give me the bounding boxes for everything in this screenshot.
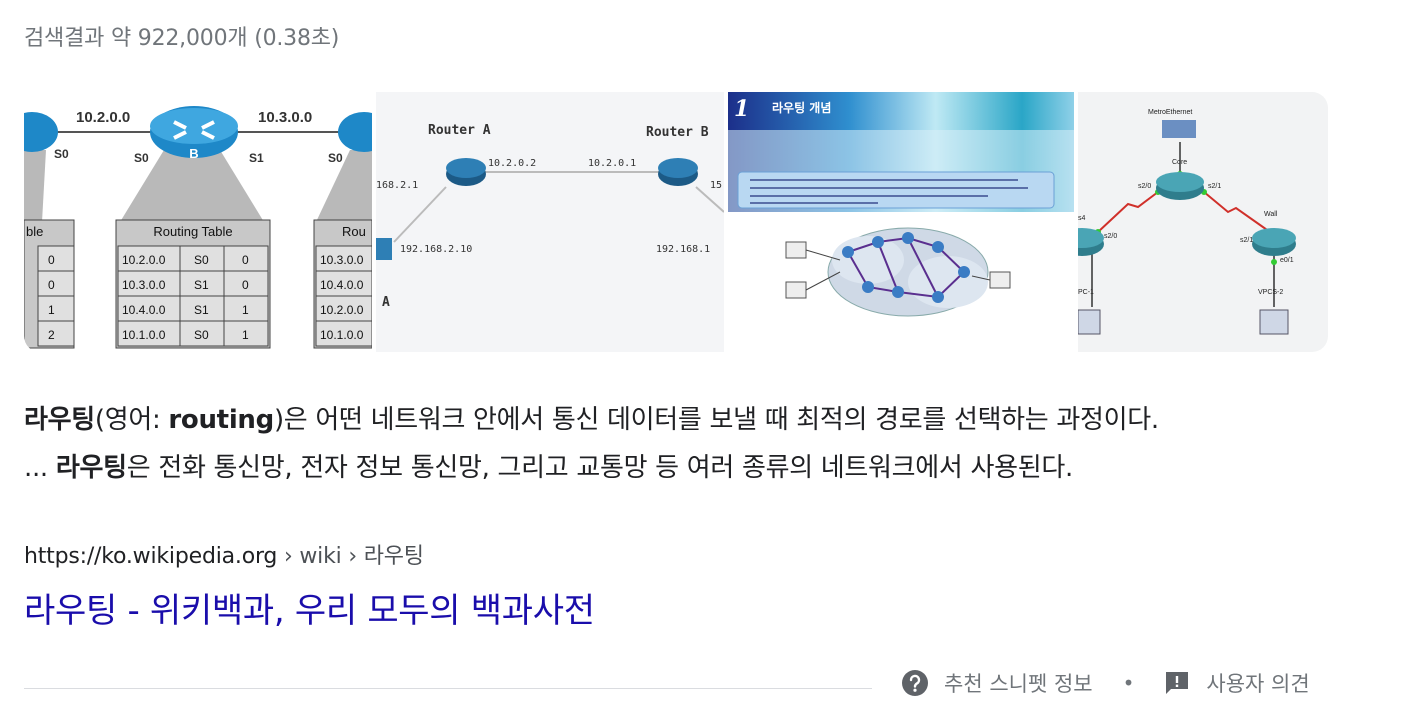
footer-divider bbox=[24, 688, 872, 689]
table-cell: 0 bbox=[242, 253, 249, 267]
help-circle-icon bbox=[902, 670, 928, 696]
snippet-line-2: ... 라우팅은 전화 통신망, 전자 정보 통신망, 그리고 교통망 등 여러… bbox=[24, 444, 1344, 492]
feedback-label: 사용자 의견 bbox=[1206, 672, 1310, 696]
table-cell: 1 bbox=[242, 303, 249, 317]
interface-label: S1 bbox=[249, 151, 264, 165]
interface-label: s4 bbox=[1078, 215, 1086, 222]
wall-label: Wall bbox=[1264, 211, 1278, 218]
feedback-icon bbox=[1166, 672, 1189, 694]
result-stats: 검색결과 약 922,000개 (0.38초) bbox=[24, 26, 340, 51]
table-cell: S1 bbox=[194, 278, 209, 292]
table-cell: 10.2.0.0 bbox=[122, 253, 166, 267]
image-strip: B 10.2.0.0 10.3.0.0 S0 S0 S1 S0 ble 0 0 … bbox=[24, 92, 1328, 352]
interface-label: s2/1 bbox=[1208, 183, 1221, 190]
table-cell: 0 bbox=[48, 278, 55, 292]
result-path: › wiki › 라우팅 bbox=[277, 544, 424, 569]
network-label: 10.3.0.0 bbox=[258, 109, 312, 126]
host-ip-label: 192.168.2.10 bbox=[400, 244, 472, 255]
ip-label: 10.2.0.1 bbox=[588, 158, 636, 169]
result-title-link[interactable]: 라우팅 - 위키백과, 우리 모두의 백과사전 bbox=[24, 583, 595, 632]
table-cell: 2 bbox=[48, 328, 55, 342]
table-cell: 10.2.0.0 bbox=[320, 303, 364, 317]
feedback-button[interactable]: 사용자 의견 bbox=[1162, 668, 1310, 698]
router-b-label: B bbox=[189, 146, 198, 161]
snippet-ellipsis: ... bbox=[24, 453, 56, 483]
table-header: Routing Table bbox=[153, 224, 232, 239]
table-cell: 1 bbox=[242, 328, 249, 342]
table-cell: S0 bbox=[194, 328, 209, 342]
footer-separator: • bbox=[1122, 671, 1135, 695]
snippet-text: (영어: bbox=[94, 405, 169, 435]
table-cell: 10.3.0.0 bbox=[122, 278, 166, 292]
snippet-bold-term: 라우팅 bbox=[55, 453, 127, 483]
table-header: ble bbox=[26, 224, 43, 239]
snippet-line-1: 라우팅(영어: routing)은 어떤 네트워크 안에서 통신 데이터를 보낼… bbox=[24, 396, 1344, 444]
snippet-text: )은 어떤 네트워크 안에서 통신 데이터를 보낼 때 최적의 경로를 선택하는… bbox=[273, 405, 1159, 435]
table-cell: 10.1.0.0 bbox=[122, 328, 166, 342]
about-featured-snippets-label: 추천 스니펫 정보 bbox=[944, 672, 1093, 696]
host-ip-label: 192.168.1 bbox=[656, 244, 710, 255]
result-domain: https://ko.wikipedia.org bbox=[24, 544, 278, 569]
interface-label: S0 bbox=[328, 151, 343, 165]
pc-label: PC-1 bbox=[1078, 289, 1094, 296]
snippet-bold-term: routing bbox=[168, 405, 274, 435]
table-cell: 10.3.0.0 bbox=[320, 253, 364, 267]
pc-label: A bbox=[382, 295, 390, 310]
core-label: Core bbox=[1172, 159, 1187, 166]
slide-number: 1 bbox=[734, 96, 749, 122]
table-cell: 1 bbox=[48, 303, 55, 317]
interface-label: S0 bbox=[54, 147, 69, 161]
router-a-label: Router A bbox=[428, 123, 491, 138]
slide-title: 라우팅 개념 bbox=[772, 100, 831, 115]
image-thumbnail-router-ab[interactable]: Router A Router B 10.2.0.2 10.2.0.1 168.… bbox=[376, 92, 724, 352]
metro-label: MetroEthernet bbox=[1148, 109, 1192, 116]
ip-label: 168.2.1 bbox=[376, 180, 418, 191]
pc-label: VPCS-2 bbox=[1258, 289, 1283, 296]
interface-label: S0 bbox=[134, 151, 149, 165]
table-header: Rou bbox=[342, 224, 366, 239]
ip-label: 15 bbox=[710, 180, 722, 191]
featured-snippet-text: 라우팅(영어: routing)은 어떤 네트워크 안에서 통신 데이터를 보낼… bbox=[24, 396, 1344, 492]
interface-label: s2/0 bbox=[1104, 233, 1117, 240]
table-cell: 0 bbox=[48, 253, 55, 267]
table-cell: 10.1.0.0 bbox=[320, 328, 364, 342]
about-featured-snippets-button[interactable]: 추천 스니펫 정보 bbox=[900, 668, 1093, 698]
interface-label: s2/1 bbox=[1240, 237, 1253, 244]
router-b-label: Router B bbox=[646, 125, 709, 140]
table-cell: S0 bbox=[194, 253, 209, 267]
interface-label: s2/0 bbox=[1138, 183, 1151, 190]
snippet-footer: 추천 스니펫 정보 • 사용자 의견 bbox=[900, 668, 1310, 698]
result-url-breadcrumb[interactable]: https://ko.wikipedia.org › wiki › 라우팅 bbox=[24, 538, 424, 570]
image-thumbnail-routing-slide[interactable]: 1 라우팅 개념 bbox=[728, 92, 1074, 352]
table-cell: 10.4.0.0 bbox=[122, 303, 166, 317]
network-label: 10.2.0.0 bbox=[76, 109, 130, 126]
interface-label: e0/1 bbox=[1280, 257, 1294, 264]
table-cell: 0 bbox=[242, 278, 249, 292]
table-cell: 10.4.0.0 bbox=[320, 278, 364, 292]
table-cell: S1 bbox=[194, 303, 209, 317]
snippet-bold-term: 라우팅 bbox=[24, 405, 95, 435]
snippet-text: 은 전화 통신망, 전자 정보 통신망, 그리고 교통망 등 여러 종류의 네트… bbox=[126, 453, 1073, 483]
ip-label: 10.2.0.2 bbox=[488, 158, 536, 169]
image-thumbnail-topology[interactable]: MetroEthernet Core s2/0 s2/1 s2/0 Wall s… bbox=[1078, 92, 1328, 352]
image-thumbnail-routing-tables[interactable]: B 10.2.0.0 10.3.0.0 S0 S0 S1 S0 ble 0 0 … bbox=[24, 92, 372, 352]
